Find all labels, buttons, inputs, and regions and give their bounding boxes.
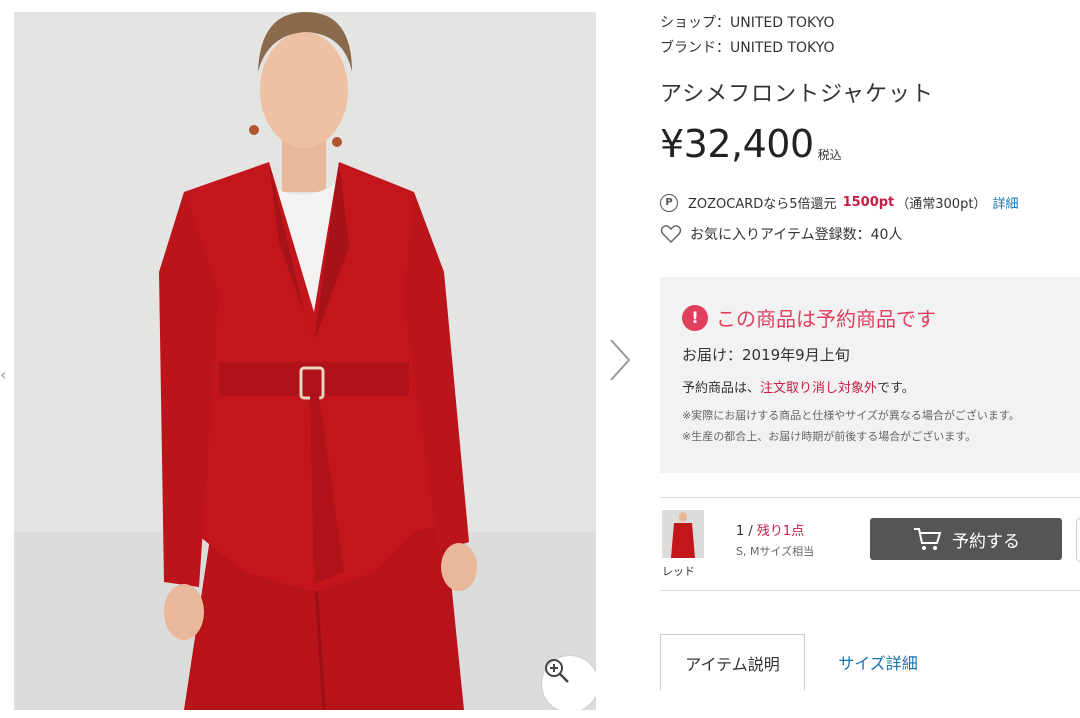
brand-label: ブランド： [660,40,730,56]
tab-size-details[interactable]: サイズ詳細 [818,634,938,690]
shop-line: ショップ：UNITED TOKYO [660,12,835,32]
point-text: ZOZOCARDなら5倍還元 [688,197,837,212]
shop-label: ショップ： [660,15,730,31]
divider [660,497,1080,498]
price-row: ¥32,400 税込 [660,120,842,168]
price: ¥32,400 [660,122,814,166]
chevron-right-icon[interactable] [603,336,635,384]
divider [660,590,1080,591]
size-info: S, Mサイズ相当 [736,545,815,558]
zoom-button[interactable] [542,656,596,710]
point-badge-icon: P [660,193,678,212]
point-value: 1500pt [842,195,895,210]
color-swatch-red[interactable] [662,510,704,558]
stock-info: 1 / 残り1点 [736,520,804,539]
preorder-notice: ! この商品は予約商品です お届け：2019年9月上旬 予約商品は、注文取り消し… [660,277,1080,473]
note-timing: ※生産の都合上、お届け時期が前後する場合がございます。 [682,430,977,443]
cart-icon [914,528,942,550]
preorder-heading: ! この商品は予約商品です [682,303,936,332]
brand-line: ブランド：UNITED TOKYO [660,37,835,57]
reserve-button-label: 予約する [952,531,1020,552]
color-name: レッド [662,565,695,578]
point-normal: （通常300pt） [896,197,987,212]
stock-prefix: 1 / [736,524,757,539]
cancel-prefix: 予約商品は、 [682,381,761,396]
zoom-icon [545,659,569,683]
preorder-title: この商品は予約商品です [716,307,936,331]
model-illustration [14,12,596,710]
tax-note: 税込 [817,148,842,162]
swatch-thumbnail [662,510,704,558]
point-info: P ZOZOCARDなら5倍還元 1500pt （通常300pt） 詳細 [660,193,1018,212]
point-detail-link[interactable]: 詳細 [992,193,1018,212]
tab-item-description[interactable]: アイテム説明 [660,634,805,690]
heart-icon[interactable] [660,224,682,244]
favorite-toggle-button[interactable] [1076,518,1080,562]
stock-remaining: 残り1点 [756,524,805,539]
shop-name-link[interactable]: UNITED TOKYO [730,15,835,31]
favorites-count: お気に入りアイテム登録数：40人 [690,227,903,243]
previous-image-hint[interactable]: ‹ [0,365,6,384]
note-spec: ※実際にお届けする商品と仕様やサイズが異なる場合がございます。 [682,409,1020,422]
cancel-policy: 予約商品は、注文取り消し対象外です。 [682,377,915,396]
cancel-highlight: 注文取り消し対象外 [760,381,878,396]
product-info-panel: ショップ：UNITED TOKYO ブランド：UNITED TOKYO アシメフ… [658,0,1080,718]
product-title: アシメフロントジャケット [660,82,935,107]
product-main-image[interactable] [14,12,596,710]
brand-name-link[interactable]: UNITED TOKYO [730,40,835,56]
favorites-row: お気に入りアイテム登録数：40人 [660,224,902,244]
cancel-suffix: です。 [877,381,915,396]
delivery-date: お届け：2019年9月上旬 [682,346,850,364]
reserve-button[interactable]: 予約する [870,518,1062,560]
alert-icon: ! [682,304,708,331]
